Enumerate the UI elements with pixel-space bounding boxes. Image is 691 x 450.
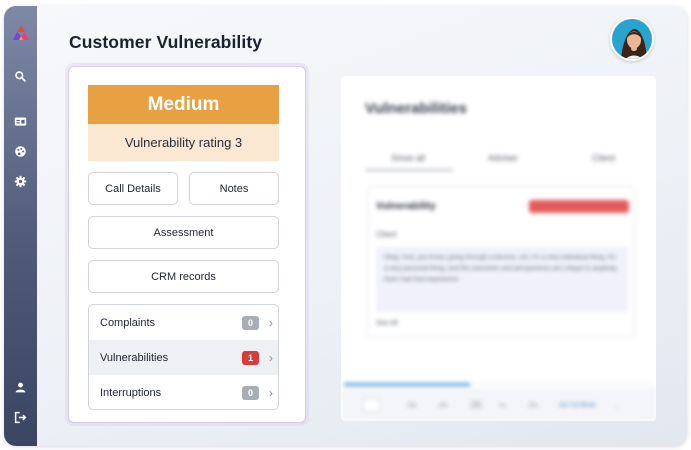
transcript-quote: Okay. And, you know, going through a div…	[376, 247, 628, 312]
user-icon[interactable]	[12, 379, 29, 396]
chevron-right-icon: ›	[269, 385, 273, 400]
tab-indicator	[365, 169, 453, 171]
play-button[interactable]	[363, 398, 380, 412]
tab-show-all[interactable]: Show all	[391, 153, 425, 163]
entry-title: Vulnerability	[376, 201, 436, 212]
search-icon[interactable]	[12, 68, 29, 85]
notes-button[interactable]: Notes	[189, 172, 279, 205]
count-badge: 0	[242, 315, 259, 330]
panel-title: Vulnerabilities	[365, 100, 467, 117]
vulnerability-entry-card[interactable]: Vulnerability Client Okay. And, you know…	[367, 186, 635, 338]
crm-records-button[interactable]: CRM records	[88, 260, 279, 293]
tab-adviser[interactable]: Adviser	[488, 153, 518, 163]
skip-control[interactable]: 15s	[407, 403, 417, 409]
id-card-icon[interactable]	[12, 113, 29, 130]
list-item-interruptions[interactable]: Interruptions 0 ›	[89, 375, 278, 409]
vulnerability-summary-card: Medium Vulnerability rating 3 Call Detai…	[68, 66, 306, 423]
list-item-vulnerabilities[interactable]: Vulnerabilities 1 ›	[89, 340, 278, 375]
gear-icon[interactable]	[12, 173, 29, 190]
list-item-label: Complaints	[100, 316, 156, 329]
rating-label: Vulnerability rating 3	[88, 124, 279, 161]
avatar[interactable]	[610, 17, 654, 61]
page-title: Customer Vulnerability	[69, 32, 263, 52]
call-details-button[interactable]: Call Details	[88, 172, 178, 205]
rating-level: Medium	[88, 85, 279, 124]
speed-control[interactable]: 1x	[469, 400, 484, 410]
see-all-link[interactable]: See All	[376, 320, 398, 327]
skip-control[interactable]: 10s	[438, 403, 448, 409]
status-badge	[529, 200, 629, 213]
app-frame: Customer Vulnerability Medium Vulnerabil…	[4, 6, 687, 446]
category-list: Complaints 0 › Vulnerabilities 1 › Inter…	[88, 304, 279, 410]
tab-client[interactable]: Client	[592, 153, 615, 163]
go-to-peak-link[interactable]: GO TO PEAK	[559, 403, 596, 409]
playback-progress	[344, 383, 470, 386]
sidebar	[4, 6, 37, 446]
skip-control[interactable]: 10s	[528, 403, 538, 409]
chevron-right-icon: ›	[269, 350, 273, 365]
list-item-label: Interruptions	[100, 386, 162, 399]
blurred-content: Vulnerabilities Show all Adviser Client …	[341, 76, 656, 421]
palette-icon[interactable]	[12, 143, 29, 160]
list-item-label: Vulnerabilities	[100, 351, 169, 364]
app-logo[interactable]	[11, 23, 31, 43]
count-badge: 1	[242, 350, 259, 365]
speaker-label: Client	[376, 230, 397, 239]
chevron-right-icon: ›	[269, 315, 273, 330]
list-item-complaints[interactable]: Complaints 0 ›	[89, 305, 278, 340]
logout-icon[interactable]	[12, 409, 29, 426]
vulnerabilities-panel: Vulnerabilities Show all Adviser Client …	[341, 76, 656, 421]
assessment-button[interactable]: Assessment	[88, 216, 279, 249]
count-badge: 0	[242, 385, 259, 400]
skip-control[interactable]: 1s	[499, 403, 505, 409]
more-options-icon[interactable]: ⋮	[614, 403, 620, 410]
